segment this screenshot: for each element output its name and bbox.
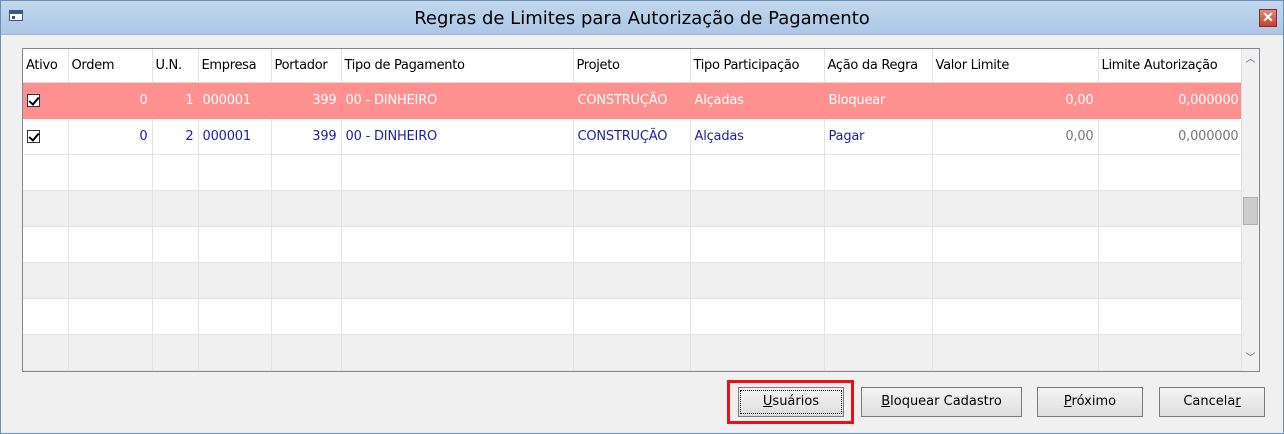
col-header-empresa[interactable]: Empresa [198, 49, 272, 83]
empty-row [23, 154, 1244, 191]
empty-row [23, 334, 1244, 371]
cell-limite-autorizacao[interactable]: 0,000000 [1098, 82, 1244, 119]
proximo-button[interactable]: Próximo [1037, 387, 1143, 417]
vertical-scrollbar[interactable]: ︿ ﹀ [1241, 49, 1259, 371]
col-header-projeto[interactable]: Projeto [573, 49, 691, 83]
cell-limite-autorizacao[interactable]: 0,000000 [1098, 118, 1244, 155]
col-header-un[interactable]: U.N. [152, 49, 199, 83]
cancelar-button[interactable]: Cancelar [1159, 387, 1265, 417]
table-row-selected[interactable]: 0 1 000001 399 00 - DINHEIRO CONSTRUÇÃO … [23, 82, 1244, 119]
cell-tipo-participacao[interactable]: Alçadas [690, 118, 825, 155]
col-header-valor-limite[interactable]: Valor Limite [932, 49, 1099, 83]
cell-portador[interactable]: 399 [271, 118, 342, 155]
empty-row [23, 226, 1244, 263]
rules-grid[interactable]: Ativo Ordem U.N. Empresa Portador Tipo d… [22, 48, 1260, 372]
cell-tipo-participacao[interactable]: Alçadas [690, 82, 825, 119]
table-row[interactable]: 0 2 000001 399 00 - DINHEIRO CONSTRUÇÃO … [23, 118, 1244, 155]
cell-tipo-pagamento[interactable]: 00 - DINHEIRO [341, 82, 574, 119]
dialog-window: Regras de Limites para Autorização de Pa… [0, 0, 1284, 434]
cell-valor-limite[interactable]: 0,00 [932, 118, 1099, 155]
cell-ativo[interactable] [23, 118, 69, 155]
cell-valor-limite[interactable]: 0,00 [932, 82, 1099, 119]
col-header-tipo-pagamento[interactable]: Tipo de Pagamento [341, 49, 574, 83]
empty-row [23, 190, 1244, 227]
cell-projeto[interactable]: CONSTRUÇÃO [573, 82, 691, 119]
cell-empresa[interactable]: 000001 [198, 82, 272, 119]
window-title: Regras de Limites para Autorização de Pa… [414, 8, 870, 29]
rules-table: Ativo Ordem U.N. Empresa Portador Tipo d… [23, 49, 1244, 371]
bloquear-label: loquear Cadastro [890, 394, 1002, 409]
empty-row [23, 298, 1244, 335]
cell-ativo[interactable] [23, 82, 69, 119]
cancelar-label: Cancela [1183, 394, 1236, 409]
checkbox-ativo[interactable] [27, 130, 40, 143]
header-row: Ativo Ordem U.N. Empresa Portador Tipo d… [23, 49, 1244, 83]
bloquear-mnemonic: B [881, 394, 891, 409]
close-button[interactable]: ✕ [1259, 9, 1277, 27]
bloquear-cadastro-button[interactable]: Bloquear Cadastro [861, 387, 1022, 417]
col-header-tipo-participacao[interactable]: Tipo Participação [690, 49, 825, 83]
checkbox-ativo[interactable] [27, 94, 40, 107]
proximo-label: róximo [1071, 394, 1117, 409]
cell-ordem[interactable]: 0 [68, 118, 153, 155]
cell-tipo-pagamento[interactable]: 00 - DINHEIRO [341, 118, 574, 155]
usuarios-label: suários [772, 394, 820, 409]
cancelar-mnemonic: r [1235, 394, 1241, 409]
scroll-up-icon[interactable]: ︿ [1242, 51, 1259, 68]
cell-acao-regra[interactable]: Bloquear [824, 82, 933, 119]
title-bar: Regras de Limites para Autorização de Pa… [1, 1, 1283, 35]
scroll-thumb[interactable] [1243, 197, 1258, 225]
cell-ordem[interactable]: 0 [68, 82, 153, 119]
usuarios-mnemonic: U [762, 394, 773, 409]
proximo-mnemonic: P [1063, 394, 1072, 409]
col-header-portador[interactable]: Portador [271, 49, 342, 83]
cell-un[interactable]: 1 [152, 82, 199, 119]
cell-portador[interactable]: 399 [271, 82, 342, 119]
cell-acao-regra[interactable]: Pagar [824, 118, 933, 155]
scroll-down-icon[interactable]: ﹀ [1242, 350, 1259, 367]
usuarios-button[interactable]: Usuários [738, 387, 844, 417]
cell-un[interactable]: 2 [152, 118, 199, 155]
col-header-ativo[interactable]: Ativo [23, 49, 69, 83]
empty-row [23, 262, 1244, 299]
cell-projeto[interactable]: CONSTRUÇÃO [573, 118, 691, 155]
col-header-acao-regra[interactable]: Ação da Regra [824, 49, 933, 83]
col-header-ordem[interactable]: Ordem [68, 49, 153, 83]
cell-empresa[interactable]: 000001 [198, 118, 272, 155]
col-header-limite-autorizacao[interactable]: Limite Autorização [1098, 49, 1244, 83]
